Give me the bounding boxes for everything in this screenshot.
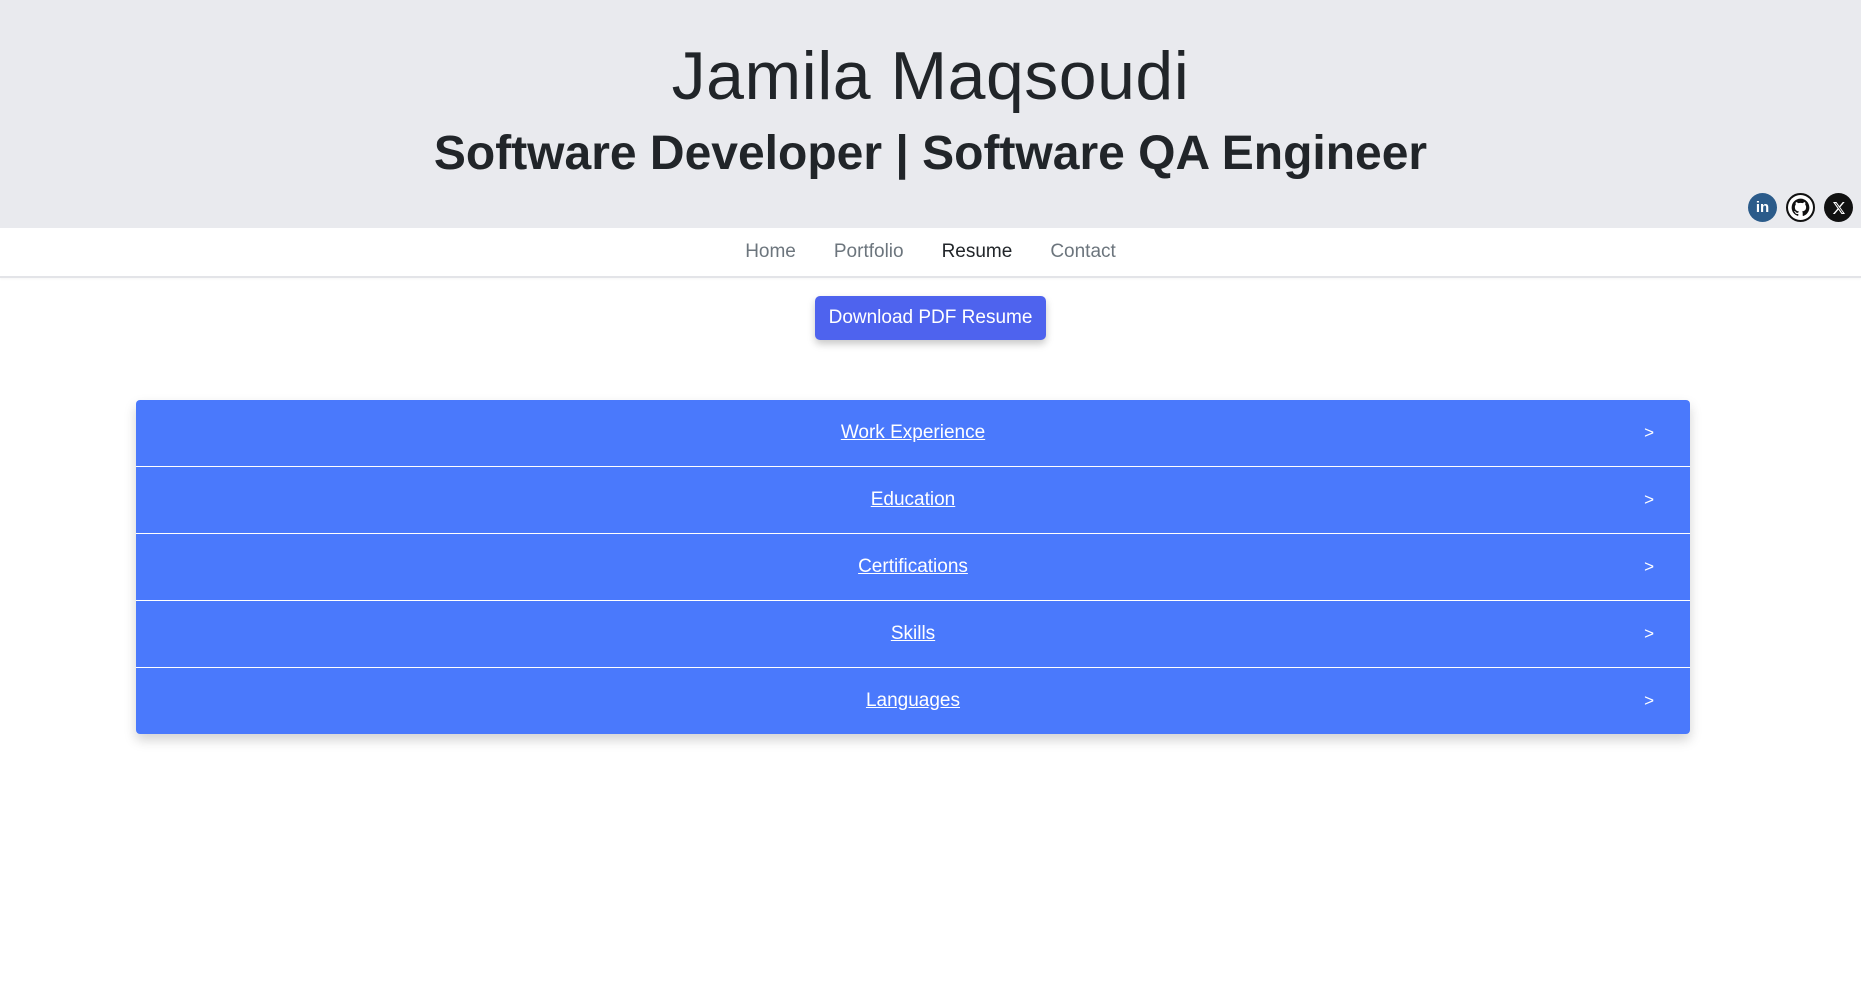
accordion-title[interactable]: Certifications: [858, 556, 968, 578]
accordion-title[interactable]: Skills: [891, 623, 935, 645]
accordion-title[interactable]: Education: [871, 489, 956, 511]
x-icon[interactable]: [1824, 193, 1853, 222]
chevron-right-icon: >: [1644, 557, 1654, 576]
linkedin-icon[interactable]: in: [1748, 193, 1777, 222]
page-title: Jamila Maqsoudi: [671, 38, 1190, 114]
page-header: Jamila Maqsoudi Software Developer | Sof…: [0, 0, 1861, 228]
accordion-languages[interactable]: Languages >: [136, 668, 1690, 734]
chevron-right-icon: >: [1644, 490, 1654, 509]
accordion-education[interactable]: Education >: [136, 467, 1690, 534]
linkedin-label: in: [1755, 199, 1770, 216]
accordion-work-experience[interactable]: Work Experience >: [136, 400, 1690, 467]
github-icon[interactable]: [1786, 193, 1815, 222]
nav-resume[interactable]: Resume: [923, 228, 1032, 276]
page-subtitle: Software Developer | Software QA Enginee…: [433, 127, 1428, 180]
resume-accordion: Work Experience > Education > Certificat…: [136, 400, 1690, 734]
download-section: Download PDF Resume: [0, 296, 1861, 340]
main-nav: Home Portfolio Resume Contact: [0, 228, 1861, 278]
accordion-title[interactable]: Languages: [866, 690, 960, 712]
chevron-right-icon: >: [1644, 423, 1654, 442]
nav-home[interactable]: Home: [726, 228, 815, 276]
accordion-title[interactable]: Work Experience: [841, 422, 985, 444]
chevron-right-icon: >: [1644, 624, 1654, 643]
accordion-certifications[interactable]: Certifications >: [136, 534, 1690, 601]
nav-contact[interactable]: Contact: [1031, 228, 1134, 276]
social-links: in: [1748, 193, 1853, 222]
accordion-skills[interactable]: Skills >: [136, 601, 1690, 668]
nav-portfolio[interactable]: Portfolio: [815, 228, 923, 276]
download-pdf-button[interactable]: Download PDF Resume: [814, 296, 1047, 340]
chevron-right-icon: >: [1644, 691, 1654, 710]
